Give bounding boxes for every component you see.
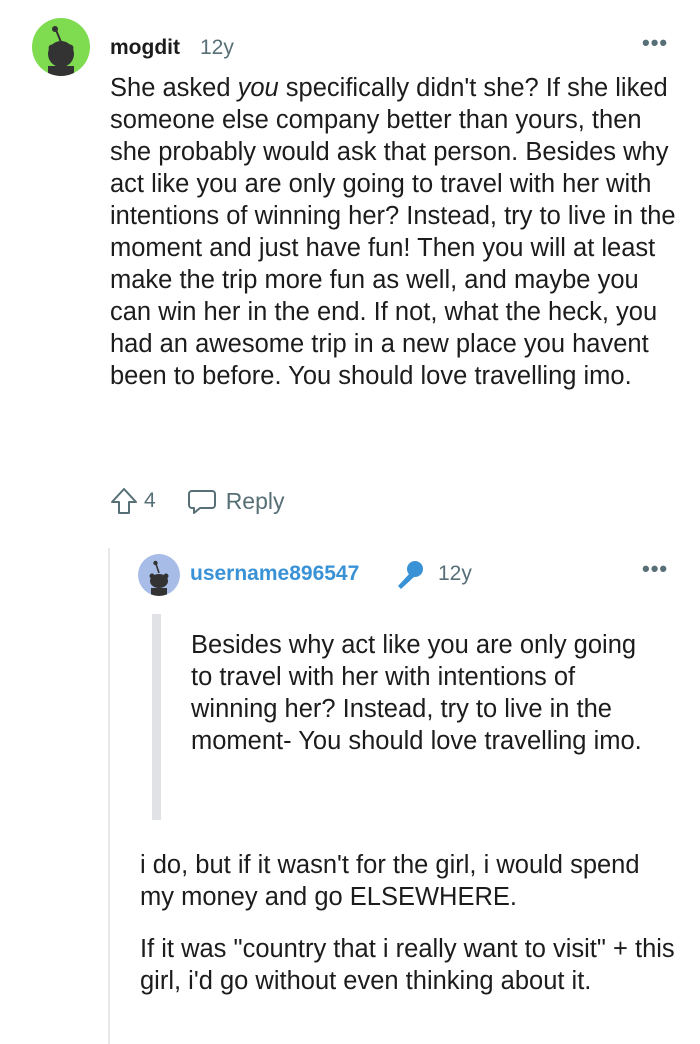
vote-count: 4	[144, 489, 156, 512]
reply-button[interactable]: Reply	[186, 485, 285, 517]
speech-bubble-icon	[187, 490, 216, 514]
comment-actions: 4 Reply	[108, 484, 285, 518]
user-avatar[interactable]	[32, 18, 90, 76]
blockquote-text: Besides why act like you are only going …	[191, 631, 642, 755]
reply-author[interactable]: username896547	[190, 562, 359, 586]
reply-age: 12y	[438, 562, 472, 585]
reply-label: Reply	[225, 487, 285, 514]
comment-author[interactable]: mogdit	[110, 36, 180, 60]
comment-body: She asked you specifically didn't she? I…	[110, 72, 680, 392]
upvote-arrow-icon[interactable]	[108, 485, 140, 517]
blockquote-bar	[152, 614, 161, 820]
thread-line[interactable]	[108, 548, 110, 1044]
comment-body-text-2: specifically didn't she? If she liked so…	[110, 74, 676, 390]
comment-age: 12y	[200, 36, 234, 59]
reply-user-avatar[interactable]	[138, 554, 180, 596]
comment-body-text-1: She asked	[110, 74, 238, 102]
snoo-avatar-icon	[48, 26, 74, 76]
microphone-icon	[398, 561, 423, 589]
comment-body-emphasis: you	[237, 74, 279, 102]
comment-thread: mogdit 12y ••• She asked you specificall…	[0, 0, 700, 1044]
more-options-button[interactable]: •••	[642, 30, 668, 56]
reply-paragraph-1: i do, but if it wasn't for the girl, i w…	[140, 851, 640, 911]
snoo-avatar-icon	[149, 560, 169, 596]
reply-paragraph-2: If it was "country that i really want to…	[140, 935, 675, 995]
reply-more-options-button[interactable]: •••	[642, 556, 668, 582]
